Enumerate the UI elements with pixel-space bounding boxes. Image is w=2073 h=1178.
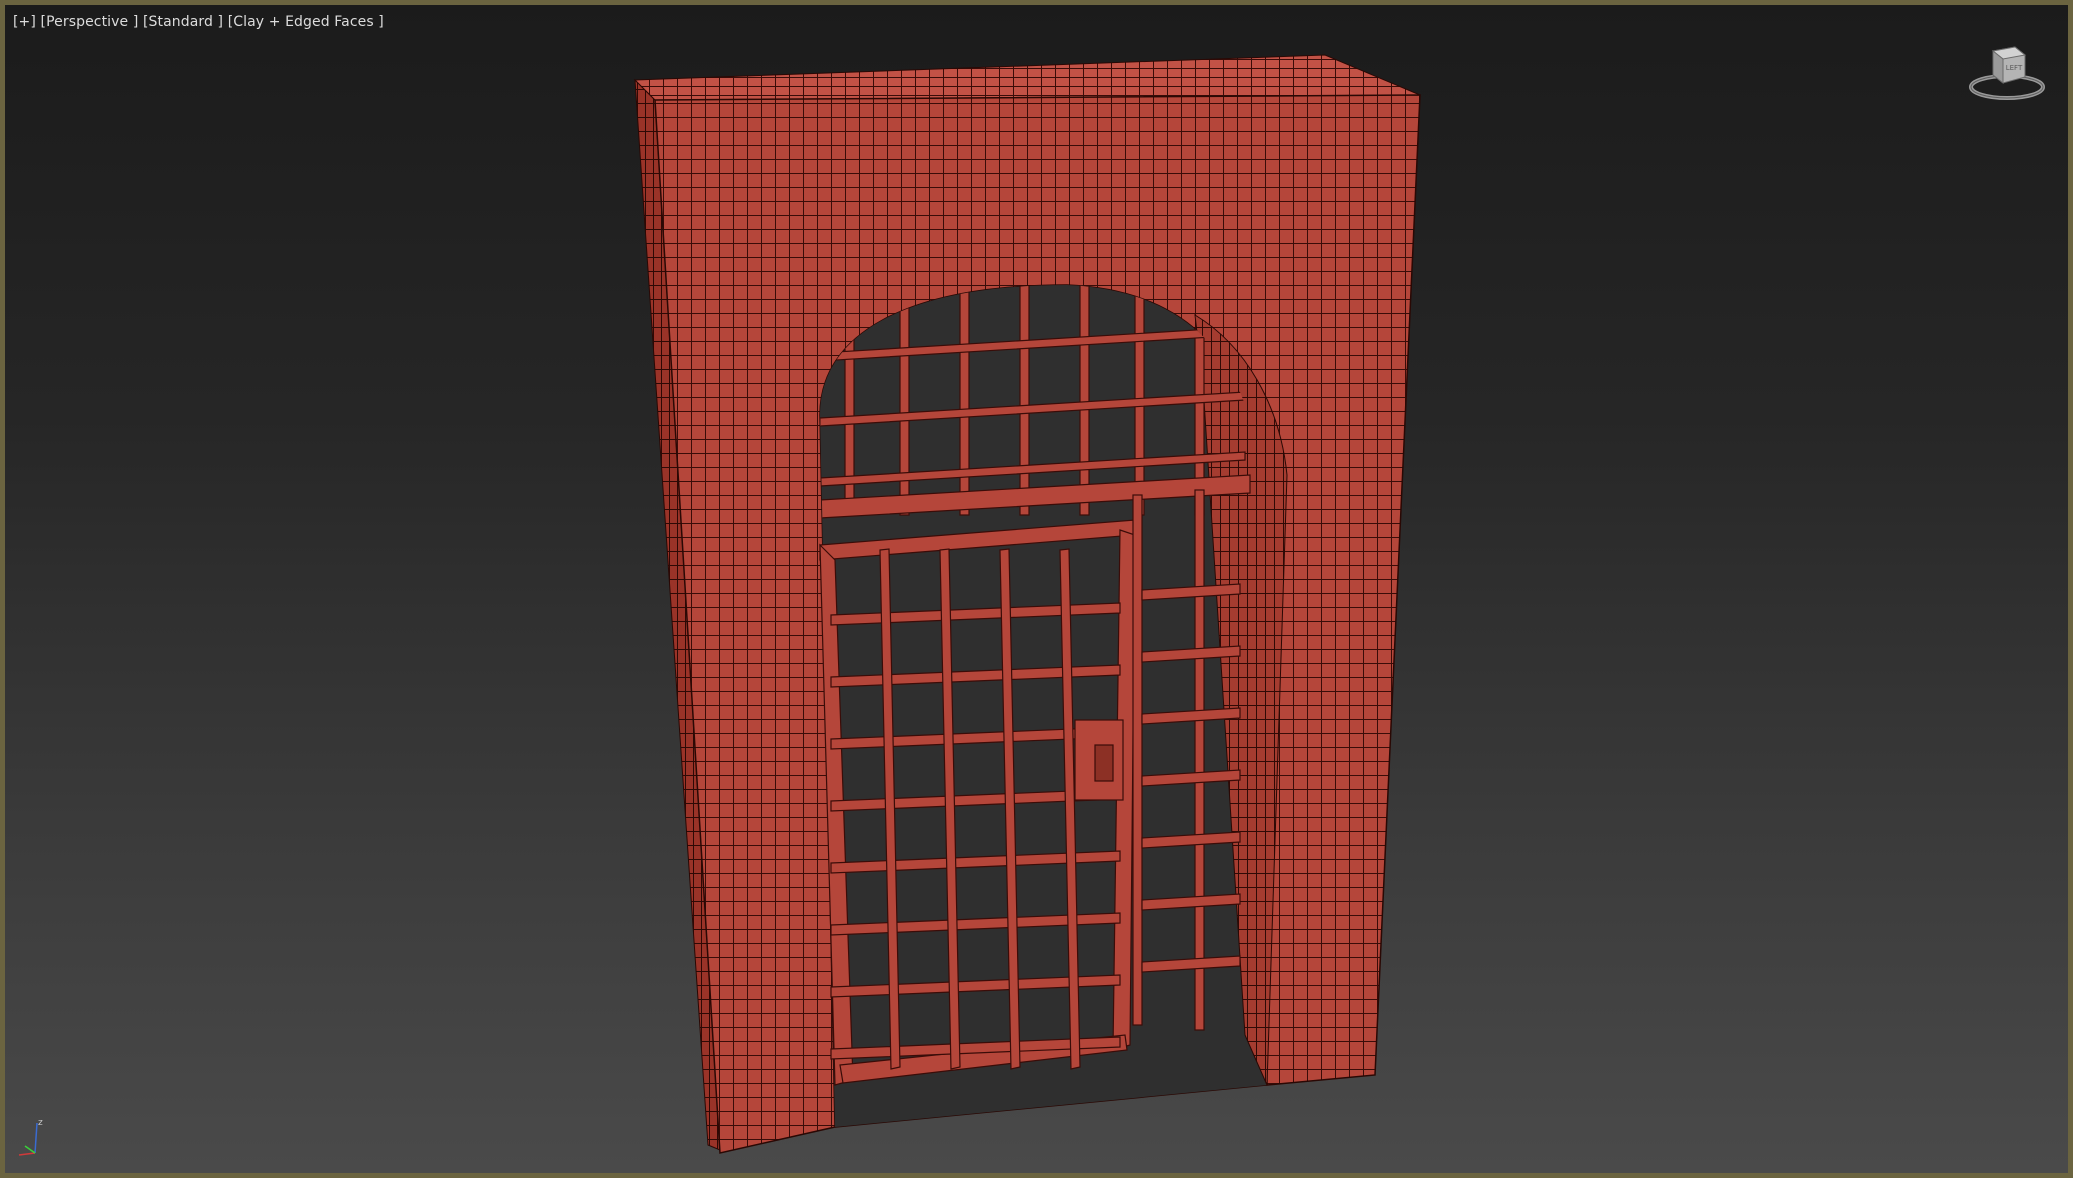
grille-vertical-bar bbox=[1019, 285, 1030, 516]
perspective-viewport[interactable]: [+] [Perspective ] [Standard ] [Clay + E… bbox=[0, 0, 2073, 1178]
x-axis-icon bbox=[18, 1152, 36, 1156]
keyhole-icon bbox=[1094, 744, 1114, 782]
view-type-label[interactable]: [Perspective ] bbox=[41, 14, 139, 30]
axis-tripod: z bbox=[18, 1118, 43, 1156]
side-vertical-bar bbox=[1132, 494, 1143, 1026]
grille-vertical-bar bbox=[1079, 285, 1090, 516]
viewcube-widget[interactable]: LEFT bbox=[1965, 41, 2049, 109]
z-axis-label: z bbox=[38, 1118, 43, 1128]
viewcube-face-label: LEFT bbox=[2006, 64, 2023, 72]
viewport-menu-button[interactable]: [+] bbox=[13, 14, 36, 30]
grille-vertical-bar bbox=[959, 285, 970, 516]
gate-model[interactable] bbox=[5, 5, 2068, 1173]
wall-top-face bbox=[633, 54, 1421, 101]
viewport-label-bar: [+] [Perspective ] [Standard ] [Clay + E… bbox=[13, 14, 384, 30]
shading-mode-label[interactable]: [Clay + Edged Faces ] bbox=[228, 14, 384, 30]
y-axis-icon bbox=[24, 1145, 36, 1154]
side-vertical-bar bbox=[1194, 489, 1205, 1031]
shading-preset-label[interactable]: [Standard ] bbox=[143, 14, 223, 30]
z-axis-icon bbox=[34, 1122, 38, 1154]
